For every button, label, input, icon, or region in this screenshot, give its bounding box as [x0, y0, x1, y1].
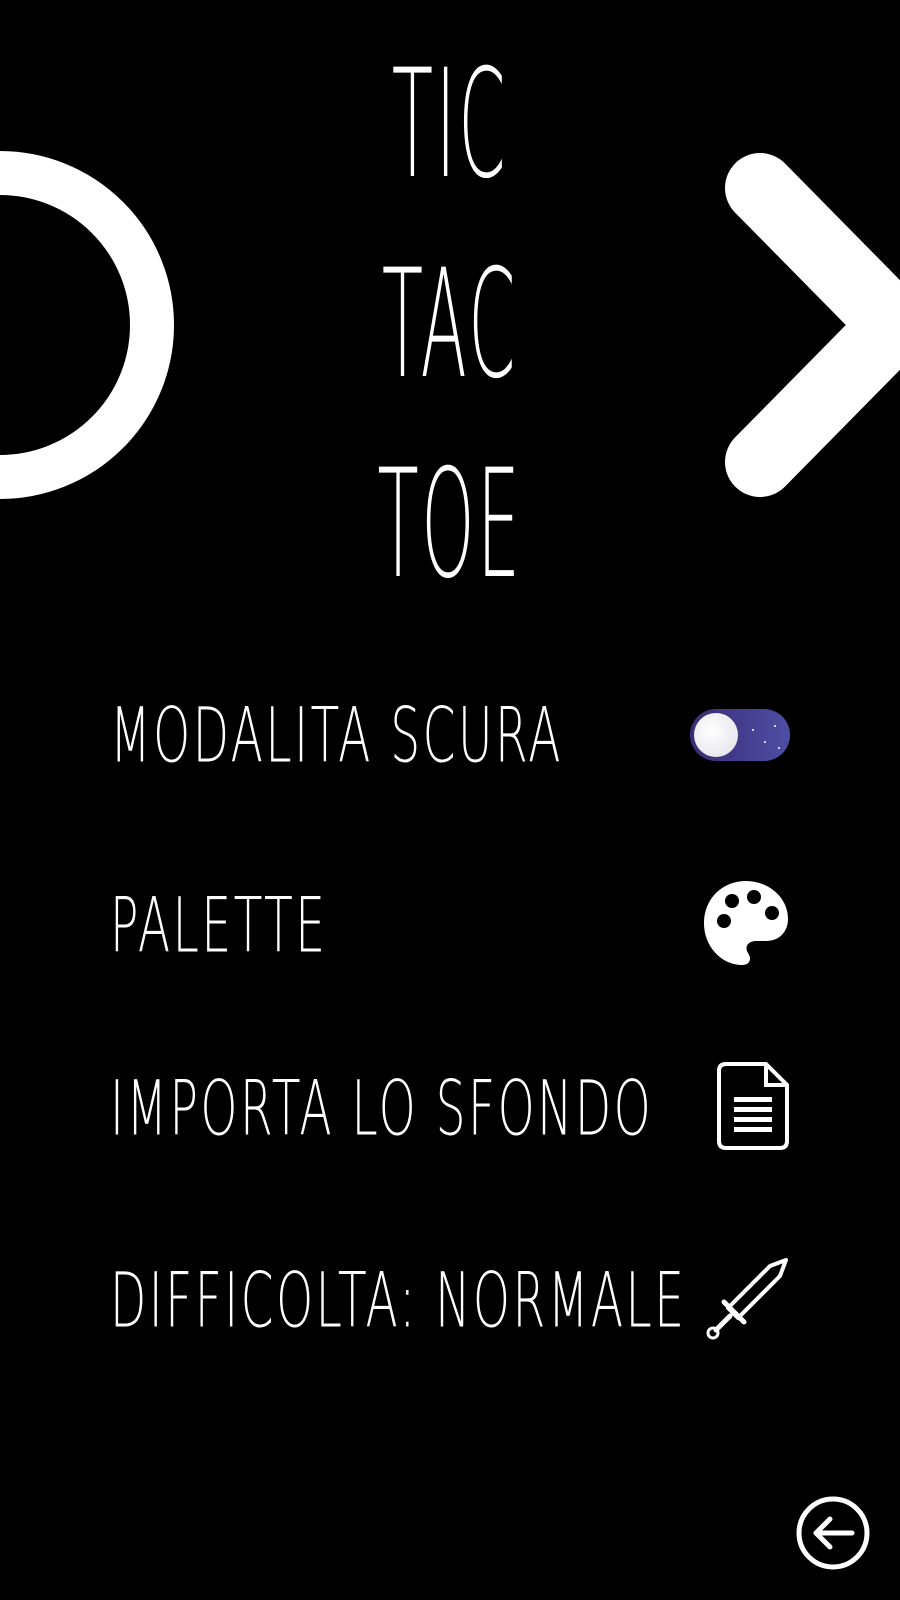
setting-import-background-label: IMPORTA LO SFONDO: [110, 1063, 654, 1153]
moon-icon: [694, 713, 738, 757]
x-mark: [725, 153, 900, 497]
moon-toggle-icon: [690, 709, 790, 761]
o-mark: [0, 151, 174, 499]
setting-import-background[interactable]: IMPORTA LO SFONDO: [110, 1053, 790, 1163]
star-icon: [764, 741, 766, 743]
back-button[interactable]: [796, 1496, 870, 1570]
setting-difficulty-label: DIFFICOLTA: NORMALE: [110, 1255, 687, 1345]
title-line-tic: TIC: [391, 38, 509, 212]
setting-dark-mode-label: MODALITA SCURA: [110, 690, 564, 780]
title-line-toe: TOE: [377, 438, 523, 612]
setting-dark-mode[interactable]: MODALITA SCURA: [110, 680, 790, 790]
title-line-tac: TAC: [381, 238, 519, 412]
setting-palette-label: PALETTE: [110, 880, 328, 970]
star-icon: [774, 725, 776, 727]
setting-palette[interactable]: PALETTE: [110, 870, 790, 980]
back-arrow-icon: [796, 1496, 870, 1570]
dark-mode-toggle[interactable]: [690, 709, 790, 761]
document-icon[interactable]: [716, 1061, 790, 1155]
star-icon: [778, 747, 780, 749]
palette-icon[interactable]: [702, 879, 790, 971]
sword-icon[interactable]: [706, 1256, 790, 1344]
setting-difficulty[interactable]: DIFFICOLTA: NORMALE: [110, 1245, 790, 1355]
star-icon: [752, 729, 754, 731]
